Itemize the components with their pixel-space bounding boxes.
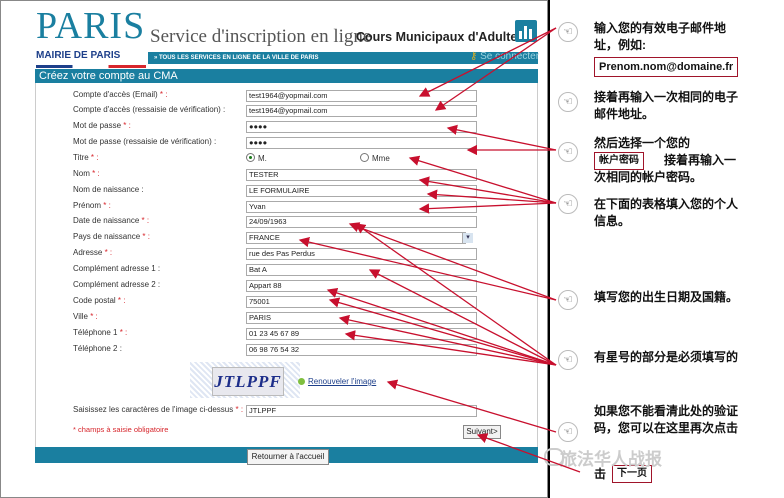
arrow <box>328 297 557 366</box>
arrow <box>326 287 557 366</box>
arrow <box>418 202 557 214</box>
arrow <box>348 222 557 301</box>
arrow <box>298 237 557 301</box>
annotation-arrows <box>298 27 581 473</box>
arrow <box>386 379 557 433</box>
arrow <box>434 27 557 111</box>
arrow <box>446 124 557 151</box>
arrow <box>476 433 581 473</box>
arrow <box>408 155 557 204</box>
arrow <box>418 27 557 97</box>
arrow <box>418 176 557 204</box>
arrow <box>426 189 557 204</box>
